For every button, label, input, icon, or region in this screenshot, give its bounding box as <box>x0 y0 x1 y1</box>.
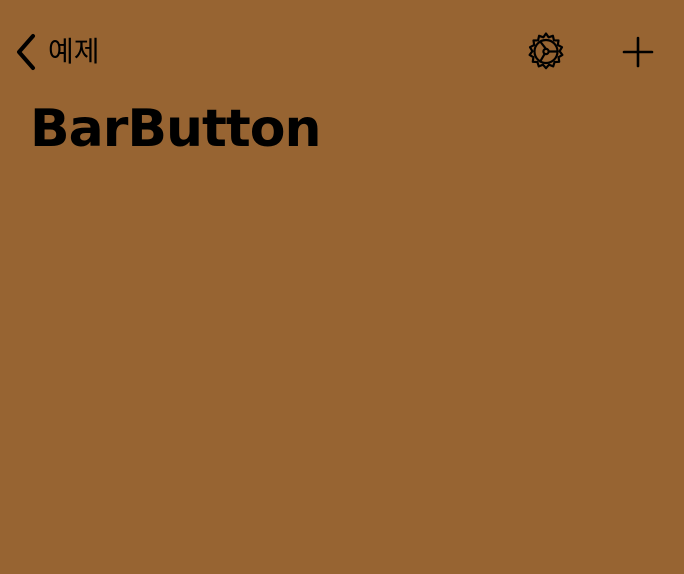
gear-icon <box>528 32 564 70</box>
add-button[interactable] <box>614 28 662 76</box>
back-button-label: 예제 <box>48 35 100 68</box>
plus-icon <box>622 36 654 68</box>
navigation-bar: 예제 <box>0 0 684 100</box>
page-title: BarButton <box>30 99 321 159</box>
settings-button[interactable] <box>522 28 570 76</box>
back-button[interactable]: 예제 <box>14 30 100 74</box>
chevron-left-icon <box>17 34 35 70</box>
